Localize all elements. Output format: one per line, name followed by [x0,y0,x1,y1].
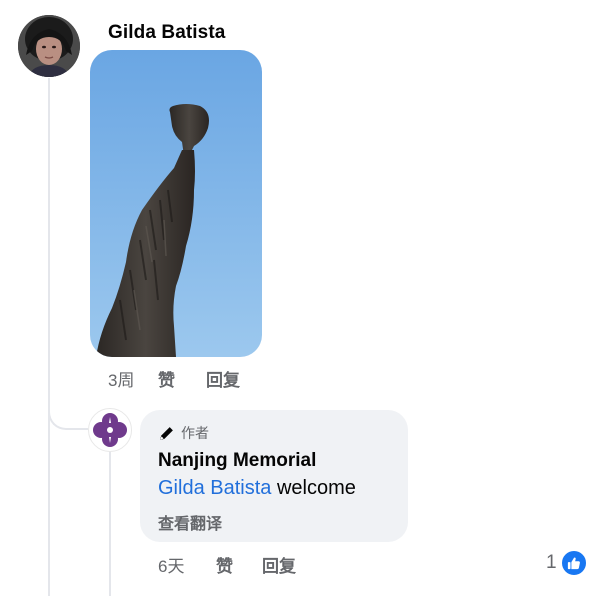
comment-reply-button[interactable]: 回复 [206,366,240,391]
thread-branch-line [48,380,88,430]
comment-like-button[interactable]: 赞 [158,366,206,391]
see-translation-link[interactable]: 查看翻译 [158,510,390,534]
reply-message: welcome [271,477,356,499]
reply-bubble: 作者 Nanjing Memorial Gilda Batista welcom… [140,410,408,542]
reply-actions: 6天 赞 回复 [158,552,296,577]
author-badge-label: 作者 [181,425,209,441]
commenter-name[interactable]: Gilda Batista [108,22,225,44]
comment-photo[interactable] [90,50,262,357]
reply-like-button[interactable]: 赞 [216,552,262,577]
reply-timestamp[interactable]: 6天 [158,552,216,577]
commenter-avatar[interactable] [18,15,80,77]
thumbs-up-icon [559,549,588,577]
comment-actions: 3周 赞 回复 [108,366,240,391]
pencil-icon [160,426,173,440]
reply-text: Gilda Batista welcome [158,477,390,500]
comment-timestamp[interactable]: 3周 [108,366,158,391]
reply-avatar[interactable] [88,408,132,452]
author-badge: 作者 [158,422,390,444]
reply-author-name[interactable]: Nanjing Memorial [158,450,390,472]
thread-line [48,78,50,596]
reaction-count: 1 [546,552,557,573]
reply-thread-line [109,452,111,596]
reaction-summary[interactable]: 1 [546,549,588,577]
mention-link[interactable]: Gilda Batista [158,477,271,499]
reply-reply-button[interactable]: 回复 [262,552,296,577]
